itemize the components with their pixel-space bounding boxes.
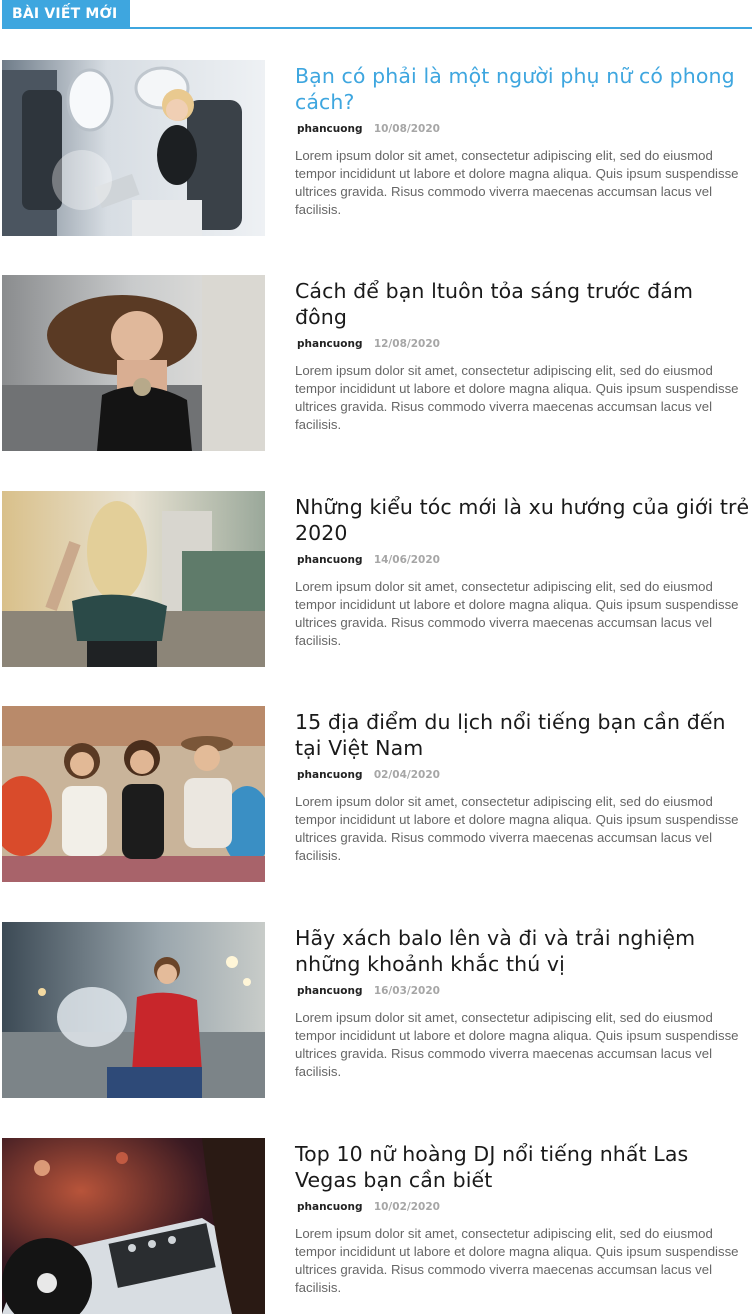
post-body: Những kiểu tóc mới là xu hướng của giới … — [295, 491, 750, 650]
post-item: 15 địa điểm du lịch nổi tiếng bạn cần đế… — [0, 706, 752, 884]
post-excerpt: Lorem ipsum dolor sit amet, consectetur … — [295, 363, 739, 432]
post-thumbnail[interactable] — [2, 922, 265, 1098]
post-title[interactable]: Bạn có phải là một người phụ nữ có phong… — [295, 63, 750, 115]
post-body: Cách để bạn ltuôn tỏa sáng trước đám đôn… — [295, 275, 750, 434]
post-excerpt: Lorem ipsum dolor sit amet, consectetur … — [295, 794, 739, 863]
section-title: BÀI VIẾT MỚI — [2, 0, 130, 27]
post-item: Top 10 nữ hoàng DJ nổi tiếng nhất Las Ve… — [0, 1138, 752, 1314]
post-date: 02/04/2020 — [373, 769, 440, 781]
dj-turntable-image — [2, 1138, 265, 1314]
post-excerpt: Lorem ipsum dolor sit amet, consectetur … — [295, 1010, 739, 1079]
post-title[interactable]: Những kiểu tóc mới là xu hướng của giới … — [295, 494, 750, 546]
post-item: Bạn có phải là một người phụ nữ có phong… — [0, 60, 752, 238]
post-body: Bạn có phải là một người phụ nữ có phong… — [295, 60, 750, 219]
smiling-woman-image — [2, 275, 265, 451]
post-date: 16/03/2020 — [373, 985, 440, 997]
post-meta: phancuong 10/08/2020 — [295, 122, 750, 136]
post-author[interactable]: phancuong — [297, 769, 362, 781]
post-date: 10/08/2020 — [373, 123, 440, 135]
three-women-festival-image — [2, 706, 265, 882]
post-excerpt: Lorem ipsum dolor sit amet, consectetur … — [295, 579, 739, 648]
post-excerpt: Lorem ipsum dolor sit amet, consectetur … — [295, 1226, 739, 1295]
section-divider — [2, 27, 752, 29]
woman-red-jacket-image — [2, 922, 265, 1098]
post-thumbnail[interactable] — [2, 275, 265, 451]
post-date: 14/06/2020 — [373, 554, 440, 566]
blonde-woman-street-image — [2, 491, 265, 667]
post-date: 12/08/2020 — [373, 338, 440, 350]
post-author[interactable]: phancuong — [297, 123, 362, 135]
post-date: 10/02/2020 — [373, 1201, 440, 1213]
post-item: Hãy xách balo lên và đi và trải nghiệm n… — [0, 922, 752, 1100]
post-excerpt: Lorem ipsum dolor sit amet, consectetur … — [295, 148, 739, 217]
post-body: Top 10 nữ hoàng DJ nổi tiếng nhất Las Ve… — [295, 1138, 750, 1297]
post-meta: phancuong 12/08/2020 — [295, 337, 750, 351]
post-meta: phancuong 16/03/2020 — [295, 984, 750, 998]
post-title[interactable]: Top 10 nữ hoàng DJ nổi tiếng nhất Las Ve… — [295, 1141, 750, 1193]
post-meta: phancuong 14/06/2020 — [295, 553, 750, 567]
post-title[interactable]: 15 địa điểm du lịch nổi tiếng bạn cần đế… — [295, 709, 750, 761]
post-body: 15 địa điểm du lịch nổi tiếng bạn cần đế… — [295, 706, 750, 865]
woman-laptop-airplane-image — [2, 60, 265, 236]
post-author[interactable]: phancuong — [297, 338, 362, 350]
post-meta: phancuong 10/02/2020 — [295, 1200, 750, 1214]
post-title[interactable]: Cách để bạn ltuôn tỏa sáng trước đám đôn… — [295, 278, 750, 330]
post-thumbnail[interactable] — [2, 491, 265, 667]
post-thumbnail[interactable] — [2, 706, 265, 882]
post-thumbnail[interactable] — [2, 60, 265, 236]
post-meta: phancuong 02/04/2020 — [295, 768, 750, 782]
post-title[interactable]: Hãy xách balo lên và đi và trải nghiệm n… — [295, 925, 750, 977]
post-item: Những kiểu tóc mới là xu hướng của giới … — [0, 491, 752, 669]
section-header: BÀI VIẾT MỚI — [0, 0, 752, 29]
post-thumbnail[interactable] — [2, 1138, 265, 1314]
post-body: Hãy xách balo lên và đi và trải nghiệm n… — [295, 922, 750, 1081]
post-item: Cách để bạn ltuôn tỏa sáng trước đám đôn… — [0, 275, 752, 453]
post-author[interactable]: phancuong — [297, 554, 362, 566]
post-author[interactable]: phancuong — [297, 1201, 362, 1213]
post-author[interactable]: phancuong — [297, 985, 362, 997]
